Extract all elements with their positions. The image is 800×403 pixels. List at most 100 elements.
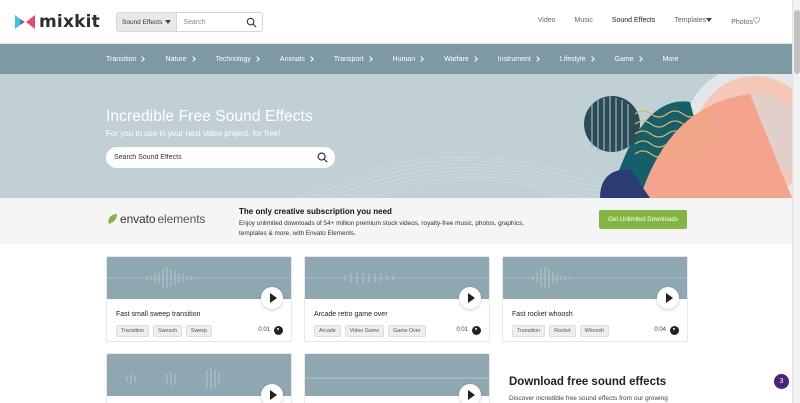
play-button[interactable] — [459, 384, 481, 403]
category-transport[interactable]: Transport — [333, 55, 373, 63]
chevron-right-icon — [307, 56, 314, 62]
sound-card: Arcade retro game over Arcade Video Game… — [304, 256, 490, 342]
chevron-right-icon — [418, 56, 424, 62]
sound-card: Fast rocket whoosh Transition Rocket Who… — [502, 256, 688, 342]
play-button[interactable] — [261, 287, 283, 309]
envato-leaf-icon — [108, 214, 117, 224]
chevron-down-icon — [165, 20, 172, 24]
tag[interactable]: Game Over — [388, 325, 426, 337]
tag[interactable]: Transition — [116, 325, 150, 337]
category-bar: Transition Nature Technology Animals Tra… — [0, 44, 792, 74]
search-category-select[interactable]: Sound Effects — [117, 13, 178, 31]
play-icon — [665, 293, 673, 303]
category-transition[interactable]: Transition — [106, 56, 146, 63]
category-label: Animals — [279, 55, 305, 63]
category-lifestyle[interactable]: Lifestyle — [559, 55, 595, 63]
chevron-right-icon — [189, 56, 196, 62]
nav-sound-effects[interactable]: Sound Effects — [612, 17, 655, 26]
sound-title[interactable]: Arcade retro game over — [314, 311, 388, 318]
search-icon[interactable] — [317, 152, 328, 163]
waveform[interactable] — [503, 257, 687, 309]
category-nature[interactable]: Nature — [165, 55, 196, 63]
tag[interactable]: Video Game — [344, 325, 385, 337]
envato-text: The only creative subscription you need … — [239, 207, 559, 239]
nav-music[interactable]: Music — [575, 17, 593, 26]
tag[interactable]: Sweep — [185, 325, 213, 337]
mixkit-logo[interactable]: mixkit — [15, 12, 100, 32]
search-icon[interactable] — [246, 17, 257, 28]
tag-list: Arcade Video Game Game Over — [314, 325, 426, 337]
play-button[interactable] — [657, 287, 679, 309]
sound-title[interactable]: Fast rocket whoosh — [512, 311, 573, 318]
scrollbar[interactable] — [792, 0, 800, 403]
play-icon — [467, 390, 475, 400]
envato-logo-text: envato — [120, 212, 156, 226]
category-label: Game — [614, 55, 634, 63]
category-warfare[interactable]: Warfare — [444, 55, 478, 63]
category-human[interactable]: Human — [393, 56, 424, 63]
nav-photos-label: Photos — [731, 19, 753, 26]
category-game[interactable]: Game — [614, 55, 643, 63]
search-category-label: Sound Effects — [122, 18, 163, 26]
category-label: More — [662, 55, 679, 63]
logo-text: mixkit — [39, 12, 100, 32]
category-more[interactable]: More — [663, 56, 679, 63]
tag[interactable]: Arcade — [314, 325, 341, 337]
header-search: Sound Effects — [116, 12, 263, 32]
category-label: Lifestyle — [559, 55, 586, 63]
sound-title[interactable]: Fast small sweep transition — [116, 311, 200, 318]
waveform[interactable] — [107, 257, 291, 309]
tag[interactable]: Whoosh — [579, 325, 609, 337]
tag-list: Transition Swoosh Sweep — [116, 325, 213, 337]
play-button[interactable] — [459, 287, 481, 309]
envato-description-line1: Enjoy unlimited downloads of 54+ million… — [239, 220, 525, 227]
get-unlimited-downloads-button[interactable]: Get Unlimited Downloads — [599, 210, 687, 229]
nav-photos[interactable]: Photos — [731, 17, 760, 26]
category-label: Transport — [333, 55, 364, 63]
heart-icon — [753, 17, 760, 24]
nav-music-label: Music — [574, 17, 593, 24]
sound-card — [106, 353, 292, 403]
hero-search-input[interactable] — [114, 154, 304, 161]
nav-templates[interactable]: Templates — [674, 17, 713, 26]
download-section-title: Download free sound effects — [509, 376, 667, 388]
tag[interactable]: Transition — [512, 325, 546, 337]
site-header: mixkit Sound Effects Video Music Sound E… — [0, 0, 792, 44]
mixkit-logo-icon — [15, 15, 35, 29]
notification-badge[interactable]: 3 — [774, 374, 789, 389]
hero-banner: Incredible Free Sound Effects For you to… — [0, 74, 792, 198]
tag-list: Transition Rocket Whoosh — [512, 325, 609, 337]
category-label: Warfare — [444, 55, 469, 63]
nav-sound-effects-label: Sound Effects — [611, 17, 656, 24]
download-icon[interactable] — [670, 326, 679, 335]
tag[interactable]: Swoosh — [153, 325, 182, 337]
tag[interactable]: Rocket — [549, 325, 576, 337]
download-icon[interactable] — [274, 326, 283, 335]
download-icon[interactable] — [472, 326, 481, 335]
category-label: Technology — [215, 55, 251, 63]
category-animals[interactable]: Animals — [279, 55, 314, 63]
waveform[interactable] — [305, 354, 489, 403]
chevron-right-icon — [471, 56, 478, 62]
waveform[interactable] — [107, 354, 291, 403]
chevron-right-icon — [254, 56, 260, 62]
nav-video[interactable]: Video — [538, 17, 556, 26]
waveform[interactable] — [305, 257, 489, 309]
category-instrument[interactable]: Instrument — [497, 55, 540, 63]
sound-card — [304, 353, 490, 403]
play-button[interactable] — [261, 384, 283, 403]
hero-subtitle: For you to use in your next video projec… — [106, 129, 281, 138]
envato-elements-logo[interactable]: envato elements — [106, 212, 205, 226]
play-icon — [467, 293, 475, 303]
search-input[interactable] — [177, 18, 252, 26]
chevron-right-icon — [588, 56, 595, 62]
chevron-right-icon — [366, 56, 373, 62]
category-label: Nature — [165, 55, 187, 63]
play-icon — [269, 293, 277, 303]
chevron-right-icon — [139, 56, 146, 62]
duration: 0:01 — [456, 327, 468, 333]
category-label: Instrument — [497, 55, 531, 63]
scrollbar-thumb[interactable] — [794, 10, 800, 74]
hero-title: Incredible Free Sound Effects — [106, 108, 313, 125]
category-technology[interactable]: Technology — [215, 55, 260, 63]
